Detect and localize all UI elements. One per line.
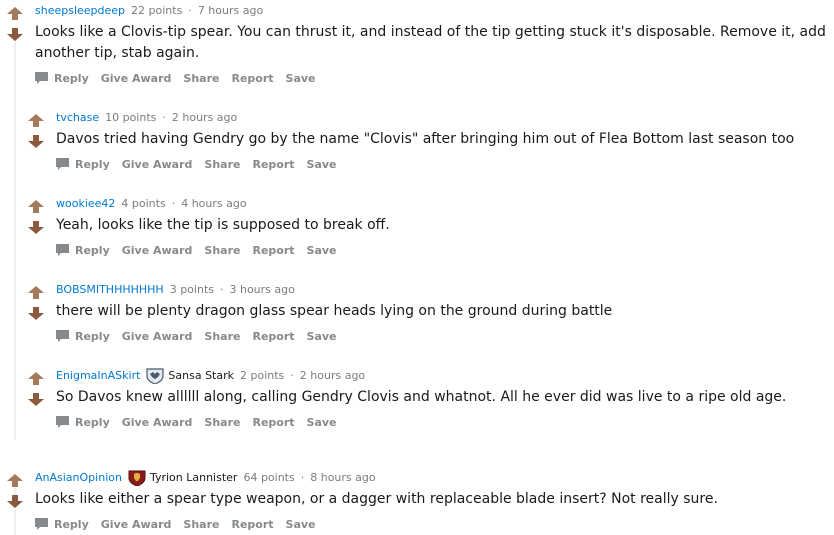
comment-author[interactable]: AnAsianOpinion	[35, 470, 122, 486]
thread-line-root[interactable]	[14, 40, 16, 440]
meta-separator: ·	[188, 4, 192, 17]
save-button[interactable]: Save	[307, 158, 337, 171]
share-button[interactable]: Share	[204, 416, 240, 429]
upvote-icon[interactable]	[28, 112, 44, 127]
comment-points: 4 points	[121, 197, 166, 210]
comment-body: Looks like either a spear type weapon, o…	[35, 491, 718, 507]
reply-button[interactable]: Reply	[56, 244, 110, 257]
upvote-icon[interactable]	[28, 284, 44, 299]
comment-bubble-icon	[35, 518, 48, 530]
upvote-icon[interactable]	[28, 198, 44, 213]
downvote-icon[interactable]	[7, 493, 23, 508]
give-award-button[interactable]: Give Award	[122, 244, 193, 257]
give-award-button[interactable]: Give Award	[101, 518, 172, 531]
comment-points: 3 points	[169, 283, 214, 296]
reply-button[interactable]: Reply	[56, 330, 110, 343]
comment-timestamp[interactable]: 2 hours ago	[300, 368, 365, 384]
save-button[interactable]: Save	[307, 416, 337, 429]
meta-separator: ·	[219, 283, 224, 296]
comment-author[interactable]: BOBSMITHHHHHHH	[56, 282, 164, 298]
comment-timestamp[interactable]: 7 hours ago	[198, 3, 263, 19]
save-button[interactable]: Save	[307, 244, 337, 257]
reply-label: Reply	[75, 329, 110, 343]
upvote-icon[interactable]	[7, 472, 23, 487]
downvote-icon[interactable]	[28, 305, 44, 320]
comment-timestamp[interactable]: 8 hours ago	[310, 470, 375, 486]
reply-button[interactable]: Reply	[56, 158, 110, 171]
share-button[interactable]: Share	[204, 244, 240, 257]
user-flair: Sansa Stark	[168, 369, 234, 382]
comment-author[interactable]: tvchase	[56, 110, 99, 126]
comment-bubble-icon	[35, 72, 48, 84]
give-award-button[interactable]: Give Award	[101, 72, 172, 85]
reply-button[interactable]: Reply	[35, 72, 89, 85]
share-button[interactable]: Share	[183, 518, 219, 531]
comment-timestamp[interactable]: 3 hours ago	[229, 282, 294, 298]
reply-button[interactable]: Reply	[35, 518, 89, 531]
user-flair: Tyrion Lannister	[149, 471, 238, 484]
downvote-icon[interactable]	[7, 26, 23, 41]
share-button[interactable]: Share	[204, 158, 240, 171]
comment-body: So Davos knew allllll along, calling Gen…	[56, 389, 787, 405]
save-button[interactable]: Save	[307, 330, 337, 343]
comment-points: 2 points	[240, 369, 285, 382]
meta-separator: ·	[171, 197, 176, 210]
comment-body: Yeah, looks like the tip is supposed to …	[56, 217, 390, 233]
lannister-lion-icon	[128, 470, 146, 487]
save-button[interactable]: Save	[286, 518, 316, 531]
comment-timestamp[interactable]: 4 hours ago	[181, 196, 246, 212]
comment-bubble-icon	[56, 416, 69, 428]
comment-bubble-icon	[56, 330, 69, 342]
report-button[interactable]: Report	[252, 330, 294, 343]
downvote-icon[interactable]	[28, 133, 44, 148]
meta-separator: ·	[162, 111, 166, 124]
reply-label: Reply	[54, 517, 89, 531]
comment-timestamp[interactable]: 2 hours ago	[172, 110, 237, 126]
meta-separator: ·	[300, 471, 305, 484]
comment-points: 22 points	[131, 4, 183, 17]
comment-points: 10 points	[105, 111, 157, 124]
comment-author[interactable]: EnigmaInASkirt	[56, 368, 140, 384]
direwolf-sigil-icon	[146, 368, 165, 385]
downvote-icon[interactable]	[28, 219, 44, 234]
report-button[interactable]: Report	[231, 72, 273, 85]
reply-label: Reply	[54, 71, 89, 85]
report-button[interactable]: Report	[252, 416, 294, 429]
report-button[interactable]: Report	[252, 158, 294, 171]
reply-label: Reply	[75, 415, 110, 429]
upvote-icon[interactable]	[28, 370, 44, 385]
downvote-icon[interactable]	[28, 391, 44, 406]
give-award-button[interactable]: Give Award	[122, 330, 193, 343]
report-button[interactable]: Report	[252, 244, 294, 257]
comment-bubble-icon	[56, 244, 69, 256]
report-button[interactable]: Report	[231, 518, 273, 531]
comment-body: Davos tried having Gendry go by the name…	[56, 131, 795, 147]
give-award-button[interactable]: Give Award	[122, 416, 193, 429]
comment-body: there will be plenty dragon glass spear …	[56, 303, 613, 319]
comment-bubble-icon	[56, 158, 69, 170]
comment-author[interactable]: wookiee42	[56, 196, 115, 212]
share-button[interactable]: Share	[204, 330, 240, 343]
reply-label: Reply	[75, 157, 110, 171]
upvote-icon[interactable]	[7, 5, 23, 20]
share-button[interactable]: Share	[183, 72, 219, 85]
comment-body: Looks like a Clovis-tip spear. You can t…	[35, 24, 826, 61]
give-award-button[interactable]: Give Award	[122, 158, 193, 171]
reply-button[interactable]: Reply	[56, 416, 110, 429]
comment-author[interactable]: sheepsleepdeep	[35, 3, 125, 19]
reply-label: Reply	[75, 243, 110, 257]
comment-points: 64 points	[243, 471, 295, 484]
save-button[interactable]: Save	[286, 72, 316, 85]
meta-separator: ·	[290, 369, 294, 382]
